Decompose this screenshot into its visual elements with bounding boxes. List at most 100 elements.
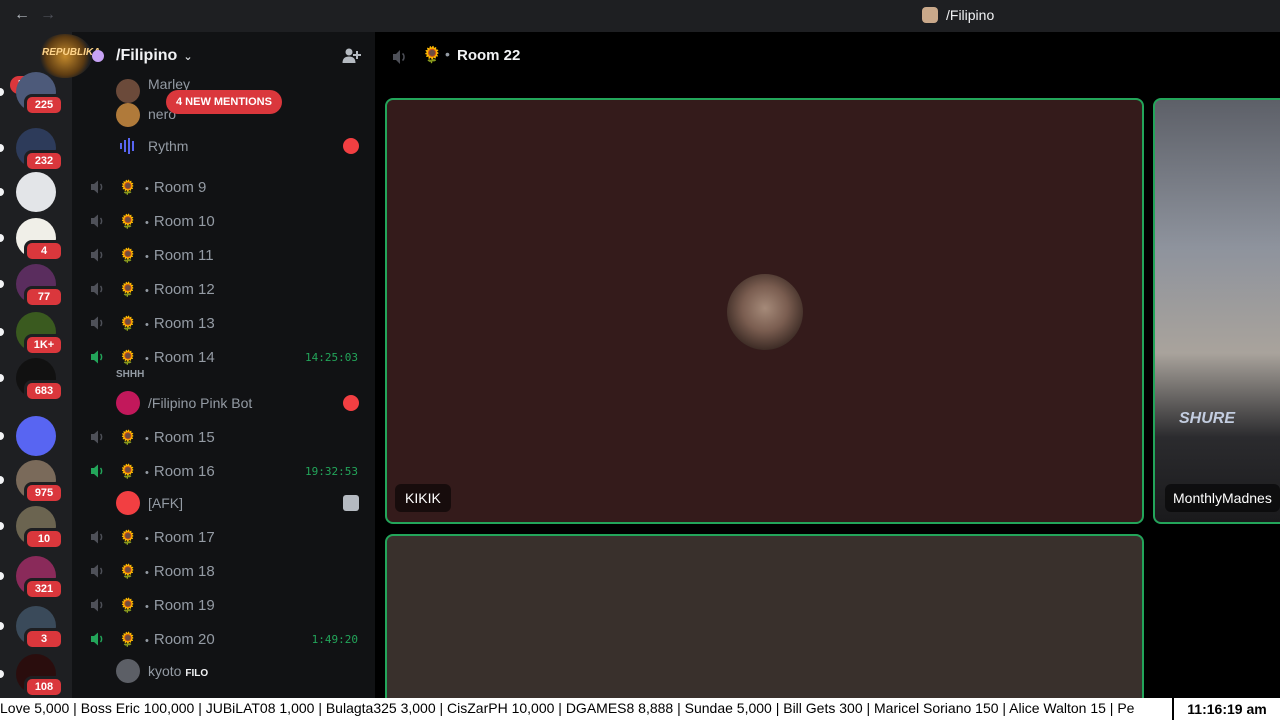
participant-name: KIKIK [395, 484, 451, 512]
channel-sidebar: REPUBLIKA /Filipino ⌄ Marley nero 4 NEW … [38, 32, 375, 720]
sunflower-icon: 🌻 [119, 630, 137, 647]
title-bar: ← → /Filipino [0, 0, 1280, 32]
voice-channel-room[interactable]: 🌻 • Room 20 1:49:20 [72, 622, 375, 656]
server-icon[interactable] [16, 172, 56, 212]
room-name: • Room 16 [145, 462, 215, 480]
shure-logo: SHURE [1179, 410, 1236, 427]
speaker-icon [91, 430, 103, 444]
speaker-icon [91, 282, 103, 296]
voice-channel-room[interactable]: 🌻 • Room 15 [72, 420, 375, 454]
avatar [116, 391, 140, 415]
channel-title: Room 22 [457, 47, 521, 64]
arrow-left-icon[interactable]: ← [14, 6, 30, 24]
speaker-icon [393, 50, 405, 64]
voice-channel-room[interactable]: 🌻 • Room 9 [72, 170, 375, 204]
room-name: • Room 12 [145, 280, 215, 298]
avatar [116, 659, 140, 683]
voice-member[interactable]: /Filipino Pink Bot [72, 388, 375, 418]
unread-pill [0, 144, 4, 152]
mention-badge: 975 [24, 482, 64, 504]
mention-badge: 321 [24, 578, 64, 600]
speaker-icon [91, 530, 103, 544]
room-name: • Room 10 [145, 212, 215, 230]
mention-badge: 4 [24, 240, 64, 262]
mention-badge: 3 [24, 628, 64, 650]
sunflower-icon: 🌻 [119, 246, 137, 263]
live-icon [343, 395, 359, 411]
unread-pill [0, 670, 4, 678]
voice-timer: 14:25:03 [305, 350, 358, 364]
mention-badge: 683 [24, 380, 64, 402]
voice-member[interactable]: kyoto FILO [72, 656, 375, 686]
voice-channel-room[interactable]: 🌻 • Room 17 [72, 520, 375, 554]
mention-badge: 225 [24, 94, 64, 116]
room-name: • Room 13 [145, 314, 215, 332]
mention-badge: 108 [24, 676, 64, 698]
sunflower-icon: 🌻 [119, 280, 137, 297]
member-name: [AFK] [148, 495, 184, 511]
unread-pill [0, 374, 4, 382]
new-mentions-pill[interactable]: 4 NEW MENTIONS [166, 90, 282, 114]
live-icon [343, 138, 359, 154]
unread-pill [0, 476, 4, 484]
camera-feed [1155, 100, 1280, 522]
unread-pill [0, 432, 4, 440]
unread-pill [0, 328, 4, 336]
voice-timer: 19:32:53 [305, 464, 358, 478]
donation-ticker: Love 5,000 | Boss Eric 100,000 | JUBiLAT… [0, 698, 1172, 720]
voice-channel-room[interactable]: 🌻 • Room 12 [72, 272, 375, 306]
video-tile[interactable]: SHURE MonthlyMadnes [1153, 98, 1280, 524]
server-icon[interactable] [16, 416, 56, 456]
unread-pill [0, 280, 4, 288]
room-name: • Room 11 [145, 246, 214, 264]
unread-pill [0, 622, 4, 630]
arrow-right-icon[interactable]: → [40, 6, 56, 24]
speaker-icon [91, 248, 103, 262]
voice-channel-room[interactable]: 🌻 • Room 19 [72, 588, 375, 622]
voice-channel-room[interactable]: 🌻 • Room 10 [72, 204, 375, 238]
speaker-icon [91, 632, 103, 646]
speaker-icon [91, 316, 103, 330]
unread-pill [0, 234, 4, 242]
avatar [116, 491, 140, 515]
sunflower-icon: 🌻 [119, 428, 137, 445]
sunflower-icon: 🌻 [119, 462, 137, 479]
voice-channel-room[interactable]: 🌻 • Room 11 [72, 238, 375, 272]
server-header[interactable]: REPUBLIKA /Filipino ⌄ [38, 32, 375, 80]
sunflower-icon: 🌻 [119, 596, 137, 613]
voice-channel-room[interactable]: 🌻 • Room 13 [72, 306, 375, 340]
voice-main: 🌻 • Room 22 KIKIK SHURE MonthlyMadnes [375, 32, 1280, 720]
member-tag: FILO [185, 668, 209, 679]
speaker-icon [91, 214, 103, 228]
voice-channel-room[interactable]: 🌻 • Room 18 [72, 554, 375, 588]
room-name: • Room 9 [145, 178, 207, 196]
unread-pill [0, 572, 4, 580]
mention-badge: 1K+ [24, 334, 64, 356]
participant-name: MonthlyMadnes [1165, 484, 1280, 512]
video-tile[interactable]: KIKIK [385, 98, 1144, 524]
room-name: • Room 17 [145, 528, 215, 546]
boost-gem-icon [92, 50, 104, 62]
room-name: • Room 15 [145, 428, 215, 446]
member-name: kyoto FILO [148, 663, 209, 679]
server-icon [922, 7, 938, 23]
add-member-icon[interactable] [341, 46, 361, 66]
window-title-text: /Filipino [946, 7, 995, 23]
speaker-icon [91, 464, 103, 478]
sunflower-icon: 🌻 [119, 528, 137, 545]
room-name: • Room 19 [145, 596, 215, 614]
avatar [116, 103, 140, 127]
chevron-down-icon: ⌄ [183, 50, 193, 63]
speaker-icon [91, 350, 103, 364]
voice-member[interactable]: [AFK] [72, 488, 375, 518]
voice-member[interactable]: Rythm [72, 130, 375, 160]
mention-badge: 77 [24, 286, 64, 308]
speaker-icon [91, 598, 103, 612]
room-name: • Room 20 [145, 630, 215, 648]
sunflower-icon: 🌻 [119, 348, 137, 365]
sunflower-icon: 🌻 [119, 562, 137, 579]
voice-channel-room[interactable]: 🌻 • Room 16 19:32:53 [72, 454, 375, 488]
sunflower-icon: 🌻 [119, 178, 137, 195]
room-name: • Room 18 [145, 562, 215, 580]
video-tile[interactable] [385, 534, 1144, 720]
